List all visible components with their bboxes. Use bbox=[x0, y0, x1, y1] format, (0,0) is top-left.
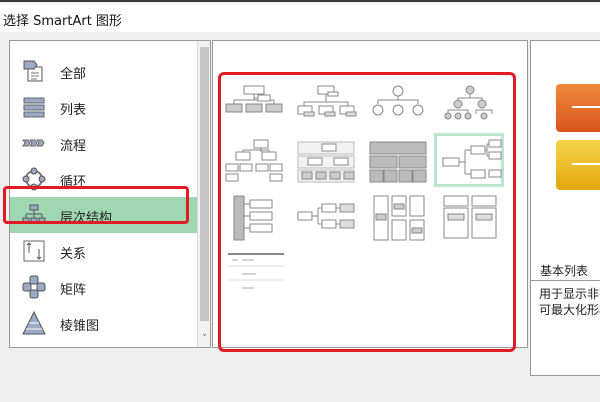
category-item-relationship[interactable]: 关系 bbox=[10, 233, 198, 269]
process-icon bbox=[22, 139, 45, 147]
relationship-icon bbox=[23, 240, 45, 262]
dialog-title: 选择 SmartArt 图形 bbox=[3, 14, 122, 29]
category-item-pyramid[interactable]: 棱锥图 bbox=[10, 305, 198, 341]
chevron-down-icon[interactable]: ˅ bbox=[199, 334, 210, 345]
category-label: 全部 bbox=[60, 67, 87, 82]
list-icon bbox=[23, 97, 45, 118]
preview-shape-orange bbox=[556, 84, 600, 132]
layout-description: 用于显示非有 可最大化形状 bbox=[530, 280, 600, 376]
description-line: 用于显示非有 bbox=[539, 287, 600, 301]
preview-shape-yellow bbox=[556, 140, 600, 190]
category-item-process[interactable]: 流程 bbox=[10, 125, 198, 161]
dialog-body: 全部 列表 流程 循环 层次结构 关系 矩阵 棱锥图 ˅ 基本列表 用于显示非 … bbox=[0, 32, 600, 402]
category-item-matrix[interactable]: 矩阵 bbox=[10, 269, 198, 305]
picture-icon bbox=[22, 347, 46, 348]
matrix-icon bbox=[22, 275, 46, 299]
category-item-list[interactable]: 列表 bbox=[10, 89, 198, 125]
description-line: 可最大化形状 bbox=[539, 303, 600, 317]
category-scrollbar[interactable]: ˅ bbox=[197, 41, 210, 347]
title-bar: 选择 SmartArt 图形 bbox=[0, 4, 600, 32]
category-label: 关系 bbox=[60, 247, 87, 262]
category-label: 流程 bbox=[60, 139, 87, 154]
smartart-dialog: 选择 SmartArt 图形 全部 列表 流程 循环 层次结构 关系 矩阵 棱锥… bbox=[0, 0, 600, 402]
category-item-picture[interactable]: 图片 bbox=[10, 341, 198, 348]
scrollbar-thumb[interactable] bbox=[200, 47, 209, 321]
category-label: 矩阵 bbox=[60, 283, 87, 298]
layout-name: 基本列表 bbox=[540, 264, 589, 278]
category-label: 列表 bbox=[60, 103, 87, 118]
category-label: 棱锥图 bbox=[60, 319, 100, 334]
category-item-all[interactable]: 全部 bbox=[10, 53, 198, 89]
all-icon bbox=[23, 60, 43, 82]
gallery-highlight-outline bbox=[218, 72, 516, 352]
category-highlight-outline bbox=[3, 186, 189, 224]
pyramid-icon bbox=[22, 311, 46, 335]
